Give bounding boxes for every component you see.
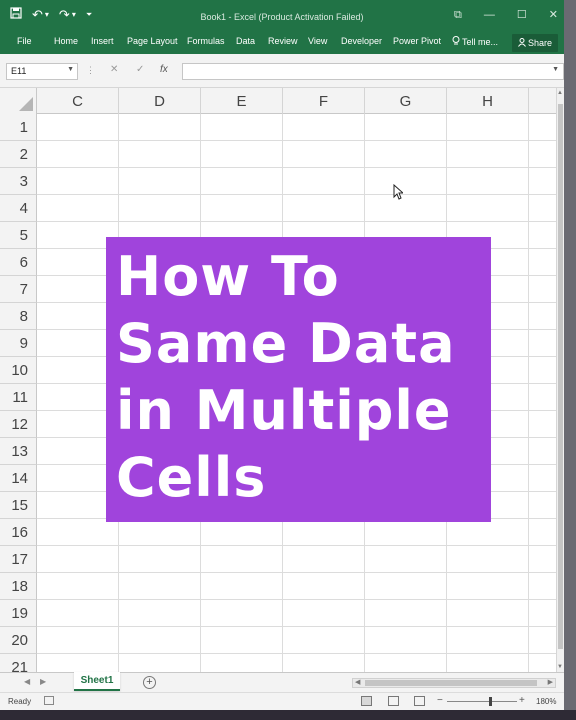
- row-header-13[interactable]: 13: [0, 438, 37, 465]
- insert-function-icon[interactable]: fx: [160, 64, 168, 75]
- row-header-15[interactable]: 15: [0, 492, 37, 519]
- zoom-in-icon[interactable]: +: [519, 695, 525, 706]
- scroll-down-icon[interactable]: ▼: [557, 664, 563, 670]
- chevron-down-icon[interactable]: ▼: [67, 66, 74, 73]
- overlay-line-2: Same Data: [116, 312, 456, 375]
- window-controls: ⧉ — ☐ ✕: [454, 8, 558, 22]
- enter-icon[interactable]: ✓: [136, 64, 144, 75]
- title-overlay: How To Same Data in Multiple Cells: [106, 237, 491, 522]
- minimize-icon[interactable]: —: [484, 8, 495, 22]
- restore-icon[interactable]: ☐: [517, 8, 527, 22]
- name-box-value: E11: [11, 66, 27, 76]
- tab-power-pivot[interactable]: Power Pivot: [393, 36, 441, 46]
- page-layout-view-icon[interactable]: [388, 696, 399, 706]
- horizontal-scrollbar[interactable]: ◀ ▶: [352, 678, 556, 688]
- tab-formulas[interactable]: Formulas: [187, 36, 225, 46]
- horizontal-scroll-thumb[interactable]: [365, 680, 537, 686]
- excel-window: ↶ ▾ ↷ ▾ ⏷ Book1 - Excel (Product Activat…: [0, 0, 564, 720]
- tab-page-layout[interactable]: Page Layout: [127, 36, 178, 46]
- row-header-16[interactable]: 16: [0, 519, 37, 546]
- sheet-tab-sheet1[interactable]: Sheet1: [74, 672, 120, 691]
- tab-home[interactable]: Home: [54, 36, 78, 46]
- status-bar: Ready − + 180%: [0, 692, 564, 710]
- column-header-g[interactable]: G: [365, 88, 447, 114]
- add-sheet-button[interactable]: +: [143, 676, 156, 689]
- row-header-20[interactable]: 20: [0, 627, 37, 654]
- vertical-scrollbar[interactable]: ▲ ▼: [556, 88, 564, 672]
- row-header-19[interactable]: 19: [0, 600, 37, 627]
- overlay-line-3: in Multiple: [116, 379, 452, 442]
- cancel-icon[interactable]: ✕: [110, 64, 118, 75]
- select-all-triangle-icon: [19, 97, 33, 111]
- desktop-background: [0, 710, 576, 720]
- tell-me-label: Tell me...: [462, 37, 499, 47]
- next-sheet-icon[interactable]: ▶: [40, 677, 46, 686]
- row-header-14[interactable]: 14: [0, 465, 37, 492]
- overlay-line-1: How To: [116, 245, 340, 308]
- column-header-d[interactable]: D: [119, 88, 201, 114]
- zoom-out-icon[interactable]: −: [437, 695, 443, 706]
- sheet-tab-bar: ◀ ▶ Sheet1 + ◀ ▶: [0, 672, 564, 692]
- person-icon: [518, 38, 526, 47]
- select-all-button[interactable]: [0, 88, 37, 114]
- tab-view[interactable]: View: [308, 36, 327, 46]
- tell-me-search[interactable]: Tell me...: [452, 36, 498, 47]
- tab-data[interactable]: Data: [236, 36, 255, 46]
- column-header-e[interactable]: E: [201, 88, 283, 114]
- row-header-3[interactable]: 3: [0, 168, 37, 195]
- column-header-row: C D E F G H: [0, 88, 556, 114]
- row-header-12[interactable]: 12: [0, 411, 37, 438]
- column-header-h[interactable]: H: [447, 88, 529, 114]
- row-header-8[interactable]: 8: [0, 303, 37, 330]
- row-header-6[interactable]: 6: [0, 249, 37, 276]
- row-header-2[interactable]: 2: [0, 141, 37, 168]
- tab-file[interactable]: File: [17, 36, 32, 46]
- expand-formula-bar-icon[interactable]: ▼: [552, 66, 559, 73]
- formula-input[interactable]: ▼: [182, 63, 564, 80]
- lightbulb-icon: [452, 36, 460, 45]
- normal-view-icon[interactable]: [361, 696, 372, 706]
- formula-bar-divider: ⋮: [86, 65, 95, 75]
- zoom-slider[interactable]: [447, 697, 517, 706]
- ribbon-tabs: File Home Insert Page Layout Formulas Da…: [0, 32, 564, 54]
- page-break-preview-icon[interactable]: [414, 696, 425, 706]
- row-header-4[interactable]: 4: [0, 195, 37, 222]
- title-bar: ↶ ▾ ↷ ▾ ⏷ Book1 - Excel (Product Activat…: [0, 0, 564, 32]
- tab-review[interactable]: Review: [268, 36, 298, 46]
- close-icon[interactable]: ✕: [549, 8, 558, 22]
- macro-recording-icon[interactable]: [44, 696, 54, 705]
- row-header-1[interactable]: 1: [0, 114, 37, 141]
- mouse-pointer-icon: [393, 184, 403, 200]
- row-header-17[interactable]: 17: [0, 546, 37, 573]
- column-header-f[interactable]: F: [283, 88, 365, 114]
- overlay-line-4: Cells: [116, 446, 267, 509]
- ribbon-display-options-icon[interactable]: ⧉: [454, 8, 462, 22]
- share-label: Share: [527, 38, 553, 48]
- scroll-right-icon[interactable]: ▶: [548, 678, 553, 686]
- row-header-5[interactable]: 5: [0, 222, 37, 249]
- share-button[interactable]: Share: [512, 34, 558, 52]
- status-ready: Ready: [8, 697, 32, 706]
- row-header-7[interactable]: 7: [0, 276, 37, 303]
- row-header-9[interactable]: 9: [0, 330, 37, 357]
- scroll-up-icon[interactable]: ▲: [557, 90, 563, 96]
- formula-bar: E11 ▼ ⋮ ✕ ✓ fx ▼: [0, 54, 564, 88]
- name-box[interactable]: E11 ▼: [6, 63, 78, 80]
- row-header-21[interactable]: 21: [0, 654, 37, 672]
- previous-sheet-icon[interactable]: ◀: [24, 677, 30, 686]
- zoom-slider-knob[interactable]: [489, 697, 492, 706]
- tab-developer[interactable]: Developer: [341, 36, 382, 46]
- zoom-level[interactable]: 180%: [536, 697, 556, 706]
- row-header-10[interactable]: 10: [0, 357, 37, 384]
- row-header-18[interactable]: 18: [0, 573, 37, 600]
- vertical-scroll-thumb[interactable]: [558, 104, 563, 649]
- scroll-left-icon[interactable]: ◀: [355, 678, 360, 686]
- tab-insert[interactable]: Insert: [91, 36, 114, 46]
- row-header-11[interactable]: 11: [0, 384, 37, 411]
- column-header-c[interactable]: C: [37, 88, 119, 114]
